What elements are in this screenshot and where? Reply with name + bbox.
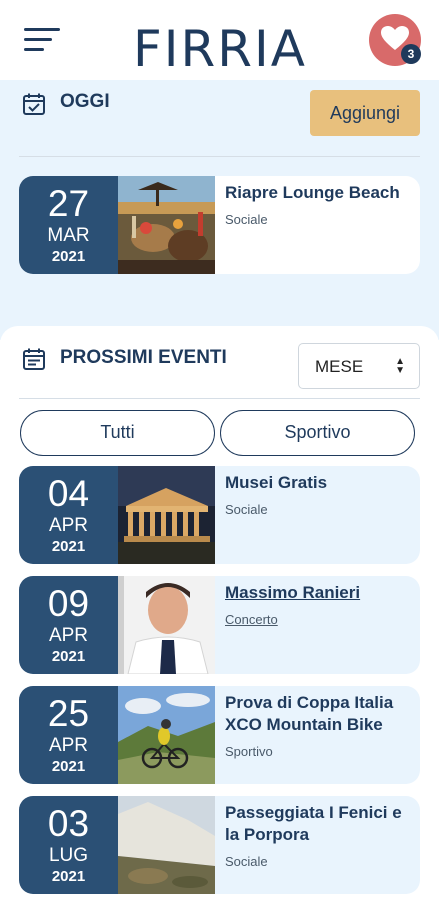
calendar-list-icon	[23, 348, 45, 370]
event-day: 03	[47, 803, 90, 844]
event-image	[118, 176, 215, 274]
select-arrows-icon: ▲ ▼	[395, 356, 405, 376]
favorites-count-badge: 3	[401, 44, 421, 64]
event-card[interactable]: 03 LUG 2021 Passeggiata I Fenici e la Po…	[19, 796, 420, 894]
event-image	[118, 466, 215, 564]
event-month: APR	[48, 735, 89, 756]
event-card[interactable]: 09 APR 2021 Massimo Ranieri Concerto	[19, 576, 420, 674]
event-year: 2021	[51, 868, 86, 885]
event-card[interactable]: 25 APR 2021 Prova di Coppa Italia XCO Mo…	[19, 686, 420, 784]
event-day: 09	[47, 583, 90, 624]
filter-all-button[interactable]: Tutti	[20, 410, 215, 456]
event-month: APR	[48, 515, 89, 536]
app-header: FIRRIA 3	[0, 0, 439, 80]
event-month: LUG	[48, 845, 89, 866]
event-card[interactable]: 27 MAR 2021 Riapre Lounge Beach Sociale	[19, 176, 420, 274]
period-select[interactable]: MESE ▲ ▼	[298, 343, 420, 389]
event-category: Concerto	[225, 612, 278, 627]
event-day: 04	[47, 473, 90, 514]
event-date: 04 APR 2021	[19, 466, 118, 564]
event-image	[118, 686, 215, 784]
calendar-check-icon	[23, 93, 45, 115]
divider	[19, 156, 420, 157]
menu-icon	[24, 28, 60, 31]
event-category: Sociale	[225, 854, 268, 869]
menu-icon-line	[24, 48, 44, 51]
filter-sport-button[interactable]: Sportivo	[220, 410, 415, 456]
menu-icon-line	[24, 38, 52, 41]
event-card[interactable]: 04 APR 2021 Musei Gratis Sociale	[19, 466, 420, 564]
event-title: Musei Gratis	[225, 473, 328, 492]
event-category: Sociale	[225, 502, 268, 517]
event-day: 25	[47, 693, 90, 734]
event-date: 03 LUG 2021	[19, 796, 118, 894]
svg-text:FIRRIA: FIRRIA	[133, 20, 307, 74]
event-date: 27 MAR 2021	[19, 176, 118, 274]
event-year: 2021	[51, 248, 86, 265]
period-select-value: MESE	[315, 357, 364, 376]
event-title: Prova di Coppa Italia XCO Mountain Bike	[225, 693, 394, 734]
event-day: 27	[47, 183, 90, 224]
event-title: Passeggiata I Fenici e la Porpora	[225, 803, 402, 844]
event-category: Sportivo	[225, 744, 273, 759]
event-month: APR	[48, 625, 89, 646]
event-image	[118, 576, 215, 674]
event-year: 2021	[51, 538, 86, 555]
divider	[19, 398, 420, 399]
app-logo: FIRRIA	[133, 20, 307, 74]
event-title: Massimo Ranieri	[225, 583, 361, 602]
event-month: MAR	[47, 225, 90, 246]
event-category: Sociale	[225, 212, 268, 227]
upcoming-title: PROSSIMI EVENTI	[60, 347, 227, 368]
today-title: OGGI	[60, 91, 110, 112]
event-year: 2021	[51, 758, 86, 775]
event-year: 2021	[51, 648, 86, 665]
add-event-button[interactable]: Aggiungi	[310, 90, 420, 136]
menu-button[interactable]	[24, 28, 62, 54]
event-date: 25 APR 2021	[19, 686, 118, 784]
event-date: 09 APR 2021	[19, 576, 118, 674]
event-image	[118, 796, 215, 894]
event-title: Riapre Lounge Beach	[225, 183, 400, 202]
